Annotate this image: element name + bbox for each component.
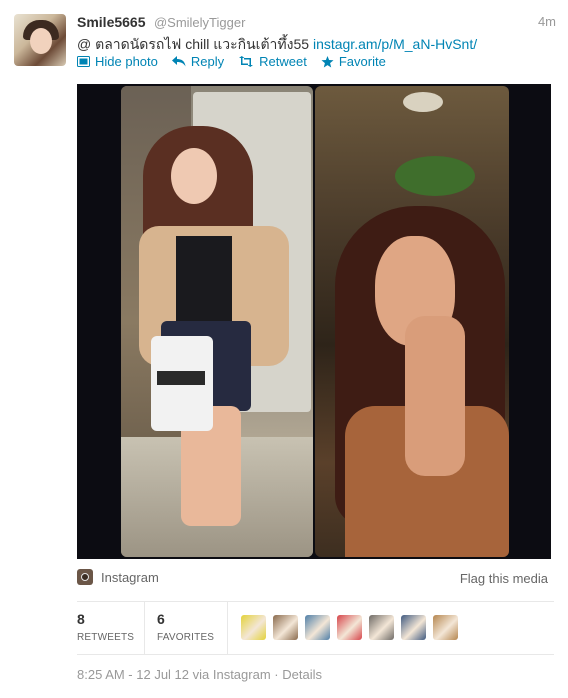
- tweet-text: @ ตลาดนัดรถไฟ chill แวะกินเต้าทึ้ง55 ins…: [77, 34, 477, 56]
- favoriters-list: [227, 602, 555, 654]
- hide-photo-button[interactable]: Hide photo: [77, 54, 158, 69]
- favoriter-avatars: [241, 615, 458, 640]
- favoriter-avatar[interactable]: [305, 615, 330, 640]
- favorites-label: FAVORITES: [157, 632, 215, 643]
- tweet-stats: 8 RETWEETS 6 FAVORITES: [77, 601, 554, 655]
- favorites-count: 6: [157, 611, 165, 627]
- hide-photo-label: Hide photo: [95, 54, 158, 69]
- retweet-icon: [238, 56, 254, 67]
- media-source-label: Instagram: [101, 569, 159, 585]
- favoriter-avatar[interactable]: [401, 615, 426, 640]
- tweet-footer: 8:25 AM - 12 Jul 12 via Instagram · Deta…: [77, 667, 322, 682]
- photo-girl-face: [171, 148, 217, 204]
- retweets-label: RETWEETS: [77, 632, 135, 643]
- photo-plant: [395, 156, 475, 196]
- tweet-header: Smile5665 @SmilelyTigger 4m: [77, 14, 556, 32]
- retweets-count: 8: [77, 611, 85, 627]
- reply-label: Reply: [190, 54, 225, 69]
- tweet-photo[interactable]: [77, 84, 551, 559]
- avatar[interactable]: [14, 14, 66, 66]
- photo-lamp: [403, 92, 443, 112]
- favoriter-avatar[interactable]: [433, 615, 458, 640]
- favoriter-avatar[interactable]: [273, 615, 298, 640]
- display-name[interactable]: Smile5665: [77, 14, 146, 30]
- retweet-label: Retweet: [259, 54, 307, 69]
- tweet-text-body: @ ตลาดนัดรถไฟ chill แวะกินเต้าทึ้ง55: [77, 36, 310, 52]
- user-handle[interactable]: @SmilelyTigger: [154, 15, 245, 30]
- photo-bag-logo: [157, 371, 205, 385]
- avatar-face: [30, 28, 52, 54]
- favoriter-avatar[interactable]: [241, 615, 266, 640]
- footer-separator: ·: [274, 667, 279, 682]
- tweet-timestamp[interactable]: 8:25 AM - 12 Jul 12 via Instagram: [77, 667, 271, 682]
- favorites-stat[interactable]: 6 FAVORITES: [144, 602, 228, 654]
- tweet-actions: Hide photo Reply Retweet Favorite: [77, 54, 386, 69]
- photo-icon: [77, 56, 90, 67]
- tweet-time[interactable]: 4m: [538, 14, 556, 29]
- retweets-stat[interactable]: 8 RETWEETS: [77, 602, 144, 654]
- favorite-label: Favorite: [338, 54, 386, 69]
- photo-panel-left: [121, 86, 313, 557]
- tweet-link[interactable]: instagr.am/p/M_aN-HvSnt/: [313, 36, 477, 52]
- photo-panel-right: [315, 86, 509, 557]
- details-link[interactable]: Details: [282, 667, 322, 682]
- favorite-button[interactable]: Favorite: [321, 54, 386, 69]
- favoriter-avatar[interactable]: [337, 615, 362, 640]
- instagram-icon: [77, 569, 93, 585]
- retweet-button[interactable]: Retweet: [238, 54, 307, 69]
- star-icon: [321, 55, 334, 68]
- reply-icon: [171, 56, 186, 67]
- favoriter-avatar[interactable]: [369, 615, 394, 640]
- flag-media-link[interactable]: Flag this media: [460, 571, 548, 586]
- photo-girl2-arm: [405, 316, 465, 476]
- media-source[interactable]: Instagram: [77, 569, 159, 585]
- reply-button[interactable]: Reply: [171, 54, 225, 69]
